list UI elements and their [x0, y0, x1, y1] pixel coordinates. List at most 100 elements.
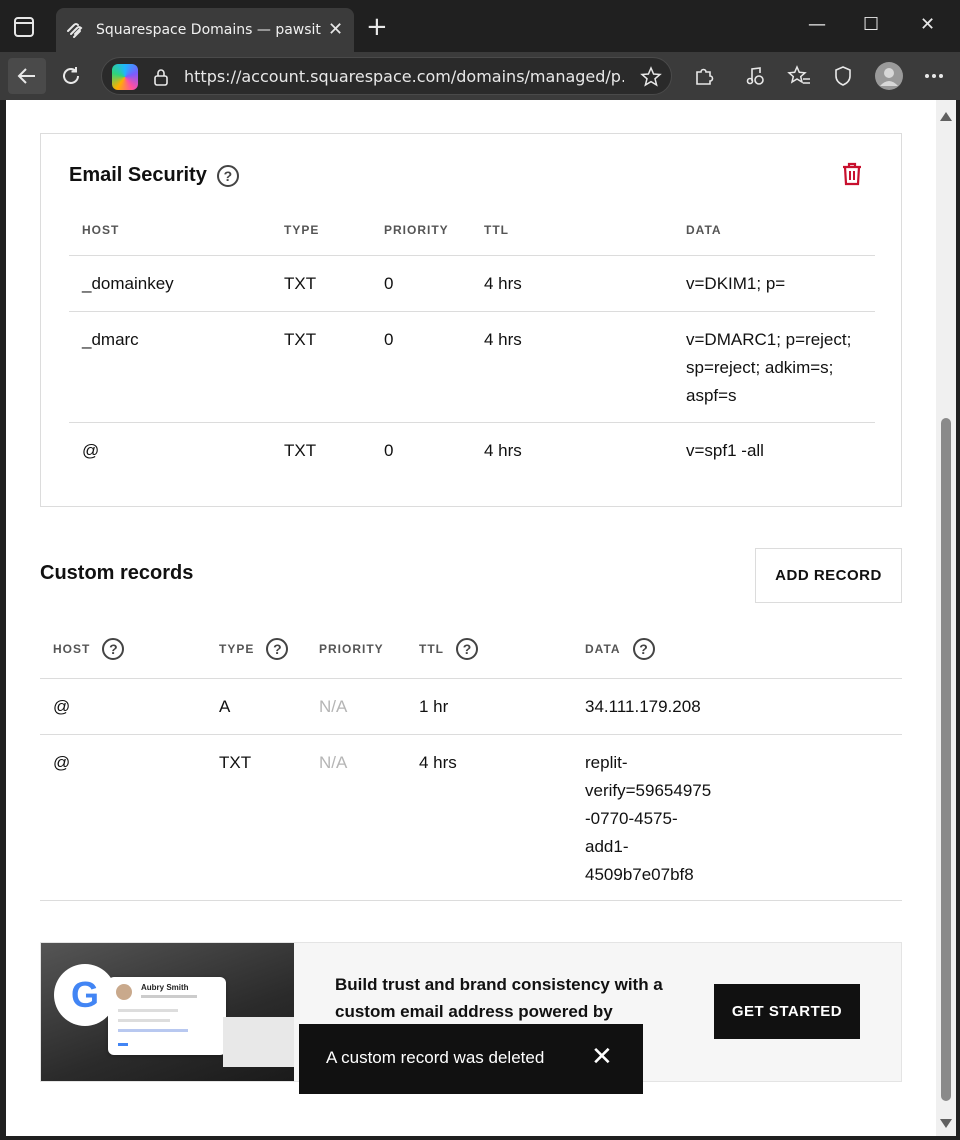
scroll-down-arrow-icon[interactable]: [940, 1119, 952, 1128]
cell-ttl: 1 hr: [419, 697, 449, 716]
column-header-host: HOST ?: [53, 638, 125, 660]
help-icon[interactable]: ?: [266, 638, 289, 660]
contact-line: [118, 1009, 178, 1012]
contact-line: [141, 995, 197, 998]
email-security-card: Email Security ? HOST TYPE PRIORITY TTL …: [40, 133, 902, 507]
contact-card-illustration: Aubry Smith: [108, 977, 226, 1055]
extensions-button[interactable]: [688, 60, 720, 92]
data-line: aspf=s: [686, 386, 737, 405]
data-line: verify=59654975: [585, 781, 712, 800]
close-icon[interactable]: ✕: [591, 1044, 613, 1070]
scrollbar-thumb[interactable]: [941, 418, 951, 1101]
promo-image: Aubry Smith G: [41, 943, 294, 1081]
add-record-button[interactable]: ADD RECORD: [755, 548, 902, 603]
cell-priority: 0: [384, 274, 394, 293]
cell-host: _domainkey: [82, 274, 174, 293]
browser-essentials-button[interactable]: [827, 60, 859, 92]
get-started-button[interactable]: GET STARTED: [714, 984, 860, 1039]
cell-host: @: [53, 753, 71, 772]
tab-close-icon[interactable]: ✕: [328, 19, 343, 39]
screen-illustration: [223, 1017, 294, 1067]
window-minimize-button[interactable]: —: [808, 14, 826, 35]
more-dots-icon: [925, 74, 943, 78]
address-bar[interactable]: https://account.squarespace.com/domains/…: [101, 57, 672, 95]
media-button[interactable]: [739, 60, 771, 92]
help-icon[interactable]: ?: [456, 638, 478, 660]
avatar-icon: [875, 62, 903, 90]
favorites-list-icon: [787, 65, 810, 84]
data-line: add1-: [585, 837, 629, 856]
contact-line: [118, 1029, 188, 1032]
browser-toolbar: https://account.squarespace.com/domains/…: [0, 52, 960, 100]
cell-data: v=spf1 -all: [686, 441, 764, 460]
column-header-ttl: TTL: [484, 223, 509, 237]
column-header-type: TYPE ?: [219, 638, 289, 660]
cell-ttl: 4 hrs: [419, 753, 457, 772]
cell-data: v=DKIM1; p=: [686, 274, 786, 293]
cell-ttl: 4 hrs: [484, 441, 522, 460]
column-header-priority: PRIORITY: [319, 642, 384, 656]
google-logo-icon: G: [54, 964, 116, 1026]
cell-type: TXT: [284, 330, 317, 349]
squarespace-favicon-icon: [67, 23, 83, 38]
arrow-left-icon: [17, 68, 35, 84]
column-header-data: DATA ?: [585, 638, 655, 660]
new-tab-button[interactable]: +: [366, 14, 388, 40]
help-icon[interactable]: ?: [632, 638, 655, 660]
favorite-star-icon[interactable]: [640, 66, 662, 88]
cell-type: A: [219, 697, 231, 716]
copilot-icon[interactable]: [112, 64, 138, 90]
data-line: -0770-4575-: [585, 809, 678, 828]
divider: [69, 311, 875, 312]
tab-title: Squarespace Domains — pawsitiv: [96, 22, 321, 38]
browser-tab[interactable]: Squarespace Domains — pawsitiv ✕: [56, 8, 354, 52]
cell-ttl: 4 hrs: [484, 274, 522, 293]
browser-tabstrip: Squarespace Domains — pawsitiv ✕ + — ☐ ✕: [0, 0, 960, 52]
column-header-type: TYPE: [284, 223, 320, 237]
reload-button[interactable]: [55, 60, 87, 92]
puzzle-icon: [696, 68, 714, 85]
scrollbar[interactable]: [936, 100, 956, 1136]
data-line: sp=reject; adkim=s;: [686, 358, 834, 377]
cell-ttl: 4 hrs: [484, 330, 522, 349]
contact-line: [118, 1019, 170, 1022]
column-header-label: DATA: [585, 642, 621, 656]
menu-button[interactable]: [918, 60, 950, 92]
custom-records-title: Custom records: [40, 562, 194, 584]
trash-icon[interactable]: [841, 162, 863, 186]
url-text[interactable]: https://account.squarespace.com/domains/…: [184, 67, 624, 86]
window-close-button[interactable]: ✕: [920, 14, 935, 35]
lock-icon[interactable]: [152, 68, 170, 86]
promo-text-line: Build trust and brand consistency with a: [335, 975, 663, 994]
divider: [40, 900, 902, 901]
scroll-up-arrow-icon[interactable]: [940, 112, 952, 121]
help-icon[interactable]: ?: [102, 638, 125, 660]
contact-name: Aubry Smith: [141, 983, 189, 992]
promo-text-line: custom email address powered by: [335, 1002, 613, 1021]
divider: [69, 255, 875, 256]
back-button[interactable]: [8, 58, 46, 94]
column-header-label: TYPE: [219, 642, 255, 656]
data-line: v=DMARC1; p=reject;: [686, 330, 852, 349]
column-header-ttl: TTL ?: [419, 638, 478, 660]
cell-type: TXT: [284, 274, 317, 293]
window-frame: [956, 100, 960, 1140]
column-header-priority: PRIORITY: [384, 223, 449, 237]
email-security-title: Email Security: [69, 164, 207, 186]
favorites-button[interactable]: [783, 60, 815, 92]
cell-priority: N/A: [319, 753, 348, 772]
divider: [69, 422, 875, 423]
help-icon[interactable]: ?: [216, 164, 239, 187]
toast-message: A custom record was deleted: [326, 1048, 545, 1067]
toast-notification: A custom record was deleted ✕: [299, 1024, 643, 1094]
column-header-label: TTL: [419, 642, 444, 656]
profile-button[interactable]: [873, 60, 905, 92]
tab-actions-icon[interactable]: [14, 17, 34, 37]
promo-text: Build trust and brand consistency with a…: [335, 971, 695, 1025]
cell-host: @: [82, 441, 100, 460]
data-line: 4509b7e07bf8: [585, 865, 694, 884]
cell-data: replit- verify=59654975 -0770-4575- add1…: [585, 749, 711, 889]
cell-priority: 0: [384, 441, 394, 460]
window-maximize-button[interactable]: ☐: [863, 14, 879, 35]
cell-data: v=DMARC1; p=reject; sp=reject; adkim=s; …: [686, 326, 851, 410]
